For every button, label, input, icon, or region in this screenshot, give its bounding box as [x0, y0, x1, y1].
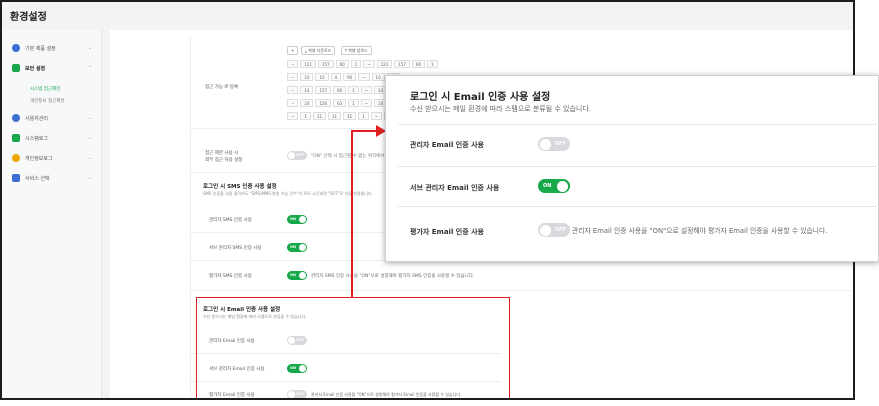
sidebar-item-security[interactable]: 보안 설정 ⌃ [12, 64, 92, 72]
sidebar-item-privacy-log[interactable]: 개인정보로그 ⌄ [12, 154, 92, 162]
chevron-down-icon: ⌄ [87, 45, 92, 51]
add-ip-button[interactable]: + [287, 46, 299, 55]
outside-access-note: "ON" 선택 시 접근할 수 없는 위치에서... [311, 154, 389, 159]
sms-subadmin-label: 서브 관리자 SMS 인증 사용 [209, 246, 262, 251]
sidebar-item-system-log[interactable]: 시스템로그 ⌄ [12, 134, 92, 142]
zoom-desc: 수신 받으시는 메일 환경에 따라 스팸으로 분류될 수 있습니다. [410, 105, 592, 113]
sms-admin-label: 관리자 SMS 인증 사용 [209, 218, 252, 223]
user-icon [12, 114, 20, 122]
divider [398, 166, 879, 167]
chevron-down-icon: ⌄ [87, 155, 92, 161]
sidebar: 기본 제품 설정 ⌄ 보안 설정 ⌃ 시스템 접근제한 개인정보 접근제한 사용… [2, 30, 102, 398]
zoom-email-evaluator-note: 관리자 Email 인증 사용을 "ON"으로 설정해야 평가자 Email 인… [572, 227, 828, 235]
email-section-zoom: 로그인 시 Email 인증 사용 설정 수신 받으시는 메일 환경에 따라 스… [385, 75, 879, 262]
ip-row[interactable]: − 121 157 60 1 ~121 157 60 1 [287, 60, 438, 68]
outside-access-toggle[interactable]: OFF [287, 151, 307, 160]
outside-access-label-2: 외부 접근 허용 설정 [205, 158, 243, 163]
sidebar-item-service-select[interactable]: 서비스 선택 ⌄ [12, 174, 92, 182]
email-section-highlight [196, 297, 510, 398]
divider [191, 290, 851, 291]
remove-row-icon[interactable]: − [287, 60, 299, 68]
sms-section-desc: SMS 인증을 사용 중이라도 "SMS/MMS 발송 가능 건수"가 모두 소… [203, 191, 373, 196]
remove-row-icon[interactable]: − [287, 86, 299, 94]
chevron-down-icon: ⌄ [87, 135, 92, 141]
highlight-connector [351, 130, 353, 297]
sms-admin-toggle[interactable]: ON [287, 215, 307, 224]
sidebar-item-user-management[interactable]: 사용자관리 ⌄ [12, 114, 92, 122]
monitor-icon [12, 134, 20, 142]
excel-upload-button[interactable]: ⤒ 엑셀 업로드 [341, 46, 372, 55]
chevron-up-icon: ⌃ [87, 65, 92, 71]
divider [398, 124, 879, 125]
divider [398, 206, 879, 207]
highlight-connector [351, 130, 377, 132]
sms-evaluator-note: 관리자 SMS 인증 사용을 "ON"으로 설정해야 평가자 SMS 인증을 사… [311, 274, 475, 279]
lock-icon [12, 64, 20, 72]
grid-icon [12, 174, 20, 182]
ip-row[interactable]: − 1010490~1010 [287, 73, 400, 81]
zoom-email-admin-toggle[interactable]: OFF [538, 137, 570, 151]
page-title: 환경설정 [10, 12, 47, 23]
zoom-email-evaluator-label: 평가자 Email 인증 사용 [410, 228, 484, 236]
zoom-email-subadmin-label: 서브 관리자 Email 인증 사용 [410, 184, 500, 192]
zoom-email-subadmin-toggle[interactable]: ON [538, 179, 570, 193]
gear-icon [12, 44, 20, 52]
remove-row-icon[interactable]: − [287, 73, 299, 81]
sms-subadmin-toggle[interactable]: ON [287, 243, 307, 252]
zoom-email-admin-label: 관리자 Email 인증 사용 [410, 141, 484, 149]
ip-section-label: 접근 가능 IP 등록 [205, 85, 239, 90]
remove-row-icon[interactable]: − [287, 99, 299, 107]
sidebar-item-basic-settings[interactable]: 기본 제품 설정 ⌄ [12, 44, 92, 52]
shield-icon [12, 154, 20, 162]
outside-access-label-1: 접근 제한 사용 시 [205, 151, 239, 156]
zoom-title: 로그인 시 Email 인증 사용 설정 [410, 92, 551, 103]
chevron-down-icon: ⌄ [87, 115, 92, 121]
sidebar-sub-system-access[interactable]: 시스템 접근제한 [30, 86, 60, 92]
remove-row-icon[interactable]: − [287, 112, 299, 120]
sms-evaluator-toggle[interactable]: ON [287, 271, 307, 280]
excel-download-button[interactable]: ⤓ 엑셀 다운로드 [301, 46, 336, 55]
sms-evaluator-label: 평가자 SMS 인증 사용 [209, 274, 252, 279]
sidebar-sub-privacy-access[interactable]: 개인정보 접근제한 [30, 98, 65, 104]
chevron-down-icon: ⌄ [87, 175, 92, 181]
sms-section-title: 로그인 시 SMS 인증 사용 설정 [203, 184, 277, 190]
zoom-email-evaluator-toggle[interactable]: OFF [538, 223, 570, 237]
